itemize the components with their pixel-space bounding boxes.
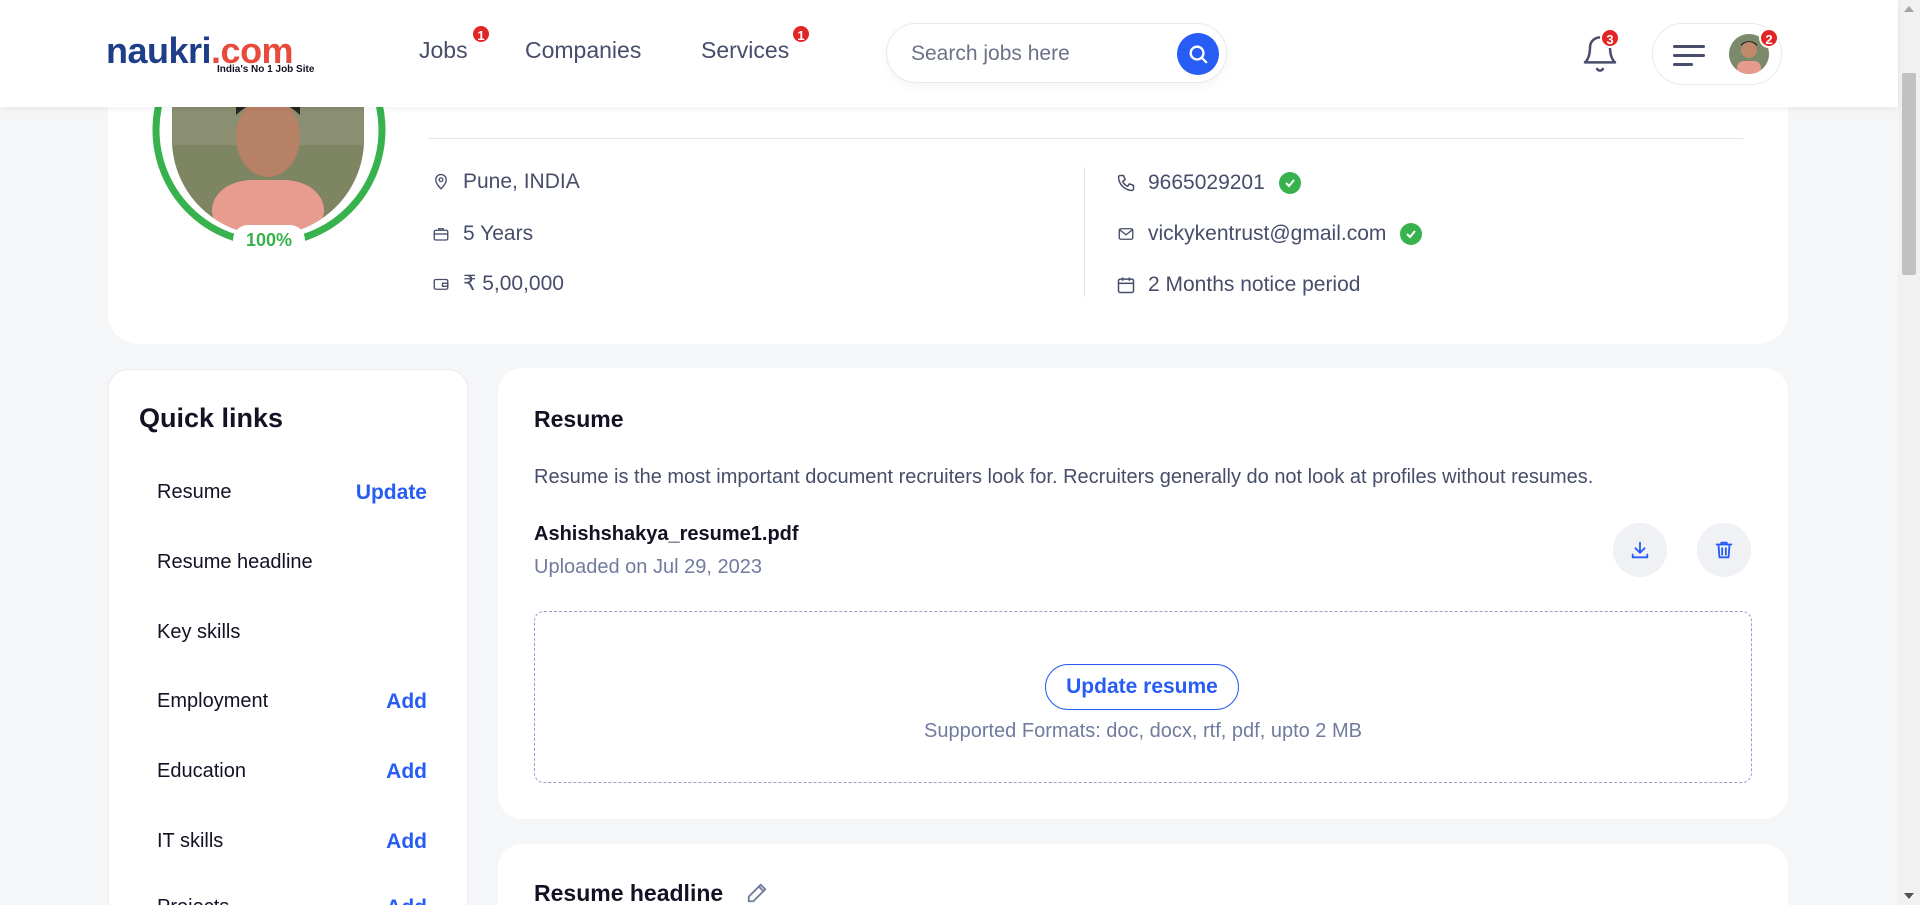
search-input[interactable] bbox=[911, 42, 1161, 66]
update-resume-button[interactable]: Update resume bbox=[1045, 664, 1239, 710]
delete-resume-button[interactable] bbox=[1697, 523, 1751, 577]
scroll-thumb[interactable] bbox=[1902, 73, 1916, 275]
mail-icon bbox=[1118, 228, 1134, 240]
experience-row: 5 Years bbox=[431, 222, 533, 246]
notice-period-row: 2 Months notice period bbox=[1116, 273, 1360, 297]
wallet-icon bbox=[433, 278, 449, 290]
services-badge: 1 bbox=[791, 24, 811, 44]
phone-icon bbox=[1117, 174, 1135, 192]
pencil-icon bbox=[747, 883, 767, 903]
logo-tagline: India's No 1 Job Site bbox=[217, 64, 315, 75]
resume-upload-date: Uploaded on Jul 29, 2023 bbox=[534, 556, 762, 578]
employment-add-link[interactable]: Add bbox=[386, 690, 427, 714]
location-row: Pune, INDIA bbox=[431, 170, 580, 194]
quick-link-it-skills[interactable]: IT skills Add bbox=[157, 830, 427, 854]
resume-headline-card: Resume headline bbox=[498, 844, 1788, 905]
phone-verified-icon bbox=[1278, 172, 1301, 194]
nav-companies[interactable]: Companies bbox=[525, 37, 641, 64]
page-scrollbar[interactable] bbox=[1898, 0, 1920, 905]
resume-update-link[interactable]: Update bbox=[356, 481, 427, 505]
search-icon bbox=[1189, 45, 1208, 64]
quick-links-title: Quick links bbox=[139, 403, 284, 433]
phone-row: 9665029201 bbox=[1116, 171, 1301, 195]
trash-icon bbox=[1715, 541, 1733, 559]
hamburger-icon bbox=[1673, 45, 1705, 72]
quick-link-employment[interactable]: Employment Add bbox=[157, 690, 427, 714]
search-button[interactable] bbox=[1177, 33, 1219, 75]
edit-headline-button[interactable] bbox=[746, 882, 768, 904]
quick-link-education[interactable]: Education Add bbox=[157, 760, 427, 784]
profile-completion-percent: 100% bbox=[233, 225, 305, 255]
supported-formats-text: Supported Formats: doc, docx, rtf, pdf, … bbox=[924, 720, 1362, 742]
scroll-up-arrow[interactable] bbox=[1904, 6, 1914, 12]
quick-link-resume[interactable]: Resume Update bbox=[157, 481, 427, 505]
naukri-logo[interactable]: naukri.com India's No 1 Job Site bbox=[106, 30, 330, 78]
profile-column-divider bbox=[1084, 167, 1085, 297]
download-icon bbox=[1631, 541, 1649, 559]
location-pin-icon bbox=[435, 173, 447, 190]
salary-row: ₹ 5,00,000 bbox=[431, 271, 564, 296]
briefcase-icon bbox=[433, 228, 449, 241]
scroll-down-arrow[interactable] bbox=[1904, 893, 1914, 899]
it-skills-add-link[interactable]: Add bbox=[386, 830, 427, 854]
download-resume-button[interactable] bbox=[1613, 523, 1667, 577]
jobs-badge: 1 bbox=[471, 24, 491, 44]
resume-card: Resume Resume is the most important docu… bbox=[498, 368, 1788, 819]
projects-add-link[interactable]: Add bbox=[386, 896, 427, 905]
top-header: naukri.com India's No 1 Job Site Jobs 1 … bbox=[0, 0, 1898, 107]
calendar-icon bbox=[1117, 277, 1135, 294]
notifications-badge: 3 bbox=[1600, 28, 1620, 48]
nav-services[interactable]: Services bbox=[701, 37, 789, 64]
education-add-link[interactable]: Add bbox=[386, 760, 427, 784]
resume-file-name[interactable]: Ashishshakya_resume1.pdf bbox=[534, 523, 799, 546]
quick-links-panel: Quick links Resume Update Resume headlin… bbox=[108, 369, 468, 905]
quick-link-key-skills[interactable]: Key skills bbox=[157, 621, 427, 644]
resume-description: Resume is the most important document re… bbox=[534, 466, 1594, 488]
nav-jobs[interactable]: Jobs bbox=[419, 37, 468, 64]
search-bar bbox=[886, 23, 1227, 83]
quick-link-projects[interactable]: Projects Add bbox=[157, 896, 427, 905]
quick-link-resume-headline[interactable]: Resume headline bbox=[157, 551, 427, 574]
email-verified-icon bbox=[1400, 223, 1423, 245]
profile-divider bbox=[428, 138, 1743, 139]
resume-title: Resume bbox=[534, 406, 624, 432]
resume-headline-title: Resume headline bbox=[534, 880, 724, 905]
resume-upload-area[interactable]: Update resume Supported Formats: doc, do… bbox=[534, 611, 1752, 783]
menu-badge: 2 bbox=[1759, 28, 1779, 48]
email-row: vickykentrust@gmail.com bbox=[1116, 222, 1423, 246]
